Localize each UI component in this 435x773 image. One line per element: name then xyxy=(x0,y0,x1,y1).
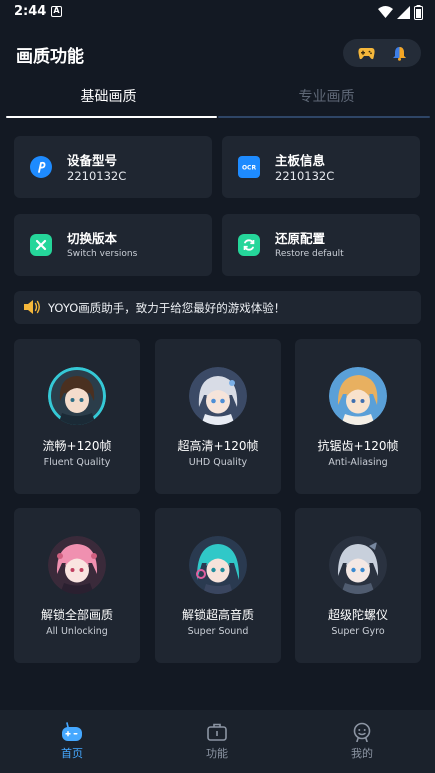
switch-icon xyxy=(30,234,52,256)
tab-pro-quality[interactable]: 专业画质 xyxy=(218,82,435,118)
restore-icon xyxy=(238,234,260,256)
gamepad-home-icon xyxy=(62,722,82,741)
tab-bar: 基础画质 专业画质 xyxy=(0,82,435,120)
announcement-banner: YOYO画质助手，致力于给您最好的游戏体验！ xyxy=(14,291,421,324)
restore-default-label: 还原配置 xyxy=(275,231,326,246)
status-time: 2:44 xyxy=(14,4,47,19)
board-info-label: 主板信息 xyxy=(275,153,326,168)
avatar xyxy=(48,367,106,425)
device-model-card[interactable]: 设备型号 2210132C xyxy=(14,136,212,198)
avatar xyxy=(48,536,106,594)
nav-functions[interactable]: 功能 xyxy=(167,722,267,767)
feature-title: 流畅+120帧 xyxy=(42,439,112,453)
avatar xyxy=(329,367,387,425)
tab-indicator-active xyxy=(6,116,217,118)
avatar xyxy=(189,367,247,425)
status-indicators xyxy=(378,5,423,20)
feature-title: 解锁超高音质 xyxy=(181,608,254,622)
nav-profile-label: 我的 xyxy=(351,747,373,760)
nav-home-label: 首页 xyxy=(61,747,83,760)
feature-subtitle: Super Sound xyxy=(187,626,249,637)
status-bar: 2:44 A xyxy=(0,0,435,26)
svg-text:OCR: OCR xyxy=(242,165,257,172)
feature-uhd-quality[interactable]: 超高清+120帧 UHD Quality xyxy=(155,339,281,494)
device-model-value: 2210132C xyxy=(67,169,127,183)
toolbox-icon xyxy=(207,723,227,741)
feature-super-gyro[interactable]: 超级陀螺仪 Super Gyro xyxy=(295,508,421,663)
tab-indicator-inactive xyxy=(218,116,430,118)
feature-title: 解锁全部画质 xyxy=(40,608,113,622)
switch-version-label: 切换版本 xyxy=(67,231,118,246)
feature-title: 超高清+120帧 xyxy=(177,439,259,453)
feature-anti-aliasing[interactable]: 抗锯齿+120帧 Anti-Aliasing xyxy=(295,339,421,494)
feature-title: 抗锯齿+120帧 xyxy=(317,439,399,453)
feature-fluent-quality[interactable]: 流畅+120帧 Fluent Quality xyxy=(14,339,140,494)
avatar xyxy=(329,536,387,594)
switch-version-subtitle: Switch versions xyxy=(67,249,138,259)
board-info-value: 2210132C xyxy=(275,169,335,183)
page-title: 画质功能 xyxy=(16,47,84,67)
bottom-navigation: 首页 功能 我的 xyxy=(0,710,435,773)
bell-icon xyxy=(392,46,406,61)
tab-basic-quality[interactable]: 基础画质 xyxy=(0,82,217,118)
header-actions xyxy=(343,39,421,67)
nav-functions-label: 功能 xyxy=(206,747,228,760)
signal-icon xyxy=(397,6,410,19)
switch-version-card[interactable]: 切换版本 Switch versions xyxy=(14,214,212,276)
feature-subtitle: UHD Quality xyxy=(188,457,248,468)
profile-icon xyxy=(353,722,371,742)
p-logo-icon xyxy=(30,156,52,178)
notification-button[interactable] xyxy=(392,46,407,61)
gamepad-icon xyxy=(357,47,375,59)
battery-icon xyxy=(414,5,423,20)
feature-subtitle: Anti-Aliasing xyxy=(328,457,388,468)
gamepad-button[interactable] xyxy=(357,47,375,60)
restore-default-card[interactable]: 还原配置 Restore default xyxy=(222,214,420,276)
board-info-card[interactable]: OCR 主板信息 2210132C xyxy=(222,136,420,198)
ocr-icon: OCR xyxy=(238,156,260,178)
notification-icon: A xyxy=(51,6,62,17)
feature-super-sound[interactable]: 解锁超高音质 Super Sound xyxy=(155,508,281,663)
announcement-text: YOYO画质助手，致力于给您最好的游戏体验！ xyxy=(48,301,286,315)
device-model-label: 设备型号 xyxy=(67,153,118,168)
wifi-icon xyxy=(378,6,393,18)
feature-title: 超级陀螺仪 xyxy=(327,608,388,622)
speaker-icon xyxy=(24,300,40,314)
avatar xyxy=(189,536,247,594)
feature-all-unlocking[interactable]: 解锁全部画质 All Unlocking xyxy=(14,508,140,663)
nav-profile[interactable]: 我的 xyxy=(312,722,412,767)
feature-subtitle: Fluent Quality xyxy=(43,457,111,468)
restore-default-subtitle: Restore default xyxy=(275,249,344,259)
nav-home[interactable]: 首页 xyxy=(22,722,122,767)
feature-subtitle: Super Gyro xyxy=(331,626,385,637)
feature-subtitle: All Unlocking xyxy=(46,626,108,637)
